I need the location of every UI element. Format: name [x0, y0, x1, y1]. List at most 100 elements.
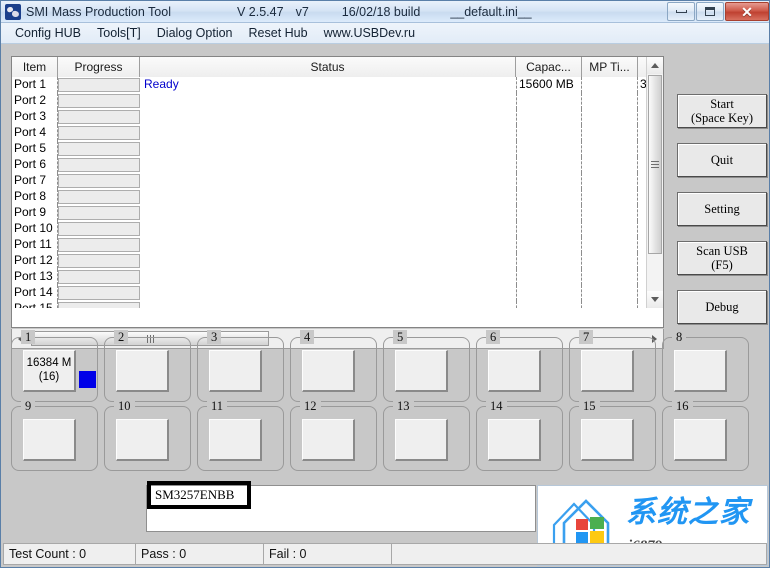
usb-slot[interactable]: 14: [476, 399, 563, 471]
close-icon: ✕: [741, 3, 753, 20]
menu-item-reset-hub[interactable]: Reset Hub: [241, 25, 316, 42]
usb-slot-number: 1: [21, 330, 36, 344]
scroll-down-button[interactable]: [647, 291, 663, 308]
cell-mp-time: [582, 189, 638, 205]
table-row[interactable]: Port 15: [12, 301, 663, 308]
table-row[interactable]: Port 14: [12, 285, 663, 301]
cell-capacity: [516, 253, 582, 269]
usb-slot[interactable]: 13: [383, 399, 470, 471]
usb-slot-grid: 1 16384 M (16) 2 3 4 5 6 7 8 9 10 11 12 13 14 15 16: [11, 330, 763, 475]
quit-button[interactable]: Quit: [677, 143, 767, 177]
table-row[interactable]: Port 11: [12, 237, 663, 253]
usb-slot[interactable]: 3: [197, 330, 284, 402]
usb-slot[interactable]: 7: [569, 330, 656, 402]
table-row[interactable]: Port 10: [12, 221, 663, 237]
cell-progress-bar: [58, 206, 140, 220]
usb-slot-pad: [302, 419, 355, 461]
cell-item: Port 1: [12, 77, 58, 93]
column-header-capacity[interactable]: Capac...: [516, 57, 582, 77]
table-row[interactable]: Port 4: [12, 125, 663, 141]
cell-progress-bar: [58, 302, 140, 308]
table-row[interactable]: Port 1Ready15600 MB32: [12, 77, 663, 93]
cell-capacity: [516, 109, 582, 125]
usb-slot-pad: [116, 350, 169, 392]
table-row[interactable]: Port 6: [12, 157, 663, 173]
usb-slot[interactable]: 5: [383, 330, 470, 402]
menu-item-usbdev-link[interactable]: www.USBDev.ru: [316, 25, 423, 42]
start-button[interactable]: Start (Space Key): [677, 94, 767, 128]
usb-slot[interactable]: 16: [662, 399, 749, 471]
usb-slot-pad: [395, 350, 448, 392]
usb-slot-pad: [674, 350, 727, 392]
scan-usb-button-label-line2: (F5): [711, 258, 733, 272]
minimize-button[interactable]: [667, 2, 695, 21]
scroll-up-button[interactable]: [647, 57, 663, 74]
usb-slot-number: 5: [393, 330, 408, 344]
chevron-up-icon: [651, 63, 659, 68]
cell-status: [140, 141, 516, 157]
menu-item-config-hub[interactable]: Config HUB: [7, 25, 89, 42]
usb-slot-pad: 16384 M (16): [23, 350, 76, 392]
usb-slot-number: 6: [486, 330, 501, 344]
usb-slot[interactable]: 4: [290, 330, 377, 402]
usb-slot[interactable]: 6: [476, 330, 563, 402]
start-button-label-line2: (Space Key): [690, 111, 754, 125]
usb-slot[interactable]: 1 16384 M (16): [11, 330, 98, 402]
usb-slot-capacity-line1: 16384 M: [26, 357, 72, 370]
cell-progress-bar: [58, 174, 140, 188]
usb-slot[interactable]: 11: [197, 399, 284, 471]
usb-slot[interactable]: 9: [11, 399, 98, 471]
cell-mp-time: [582, 285, 638, 301]
table-row[interactable]: Port 5: [12, 141, 663, 157]
usb-slot[interactable]: 2: [104, 330, 191, 402]
usb-slot[interactable]: 12: [290, 399, 377, 471]
usb-slot[interactable]: 8: [662, 330, 749, 402]
scan-usb-button-label-line1: Scan USB: [696, 243, 748, 258]
usb-slot-pad: [488, 350, 541, 392]
table-row[interactable]: Port 12: [12, 253, 663, 269]
debug-button[interactable]: Debug: [677, 290, 767, 324]
scan-usb-button[interactable]: Scan USB (F5): [677, 241, 767, 275]
cell-mp-time: [582, 221, 638, 237]
menu-item-dialog-option[interactable]: Dialog Option: [149, 25, 241, 42]
cell-item: Port 3: [12, 109, 58, 125]
title-bar: SMI Mass Production Tool V 2.5.47 v7 16/…: [1, 1, 769, 23]
cell-status: [140, 205, 516, 221]
debug-button-label: Debug: [705, 299, 739, 314]
usb-slot-pad: [581, 419, 634, 461]
usb-slot-number: 3: [207, 330, 222, 344]
port-list-vertical-scrollbar[interactable]: [646, 57, 663, 308]
menu-item-tools[interactable]: Tools[T]: [89, 25, 149, 42]
usb-slot-number: 13: [393, 399, 414, 413]
cell-item: Port 8: [12, 189, 58, 205]
table-row[interactable]: Port 8: [12, 189, 663, 205]
close-button[interactable]: ✕: [725, 2, 769, 21]
table-row[interactable]: Port 7: [12, 173, 663, 189]
usb-slot[interactable]: 10: [104, 399, 191, 471]
table-row[interactable]: Port 3: [12, 109, 663, 125]
usb-slot-number: 8: [672, 330, 687, 344]
column-header-progress[interactable]: Progress: [58, 57, 140, 77]
cell-item: Port 2: [12, 93, 58, 109]
cell-capacity: [516, 285, 582, 301]
usb-slot[interactable]: 15: [569, 399, 656, 471]
cell-status: [140, 93, 516, 109]
app-icon: [5, 3, 21, 20]
cell-mp-time: [582, 157, 638, 173]
table-row[interactable]: Port 13: [12, 269, 663, 285]
setting-button[interactable]: Setting: [677, 192, 767, 226]
cell-status: [140, 157, 516, 173]
vertical-scroll-thumb[interactable]: [648, 75, 662, 254]
column-header-status[interactable]: Status: [140, 57, 516, 77]
table-row[interactable]: Port 9: [12, 205, 663, 221]
table-row[interactable]: Port 2: [12, 93, 663, 109]
status-bar: Test Count : 0 Pass : 0 Fail : 0: [3, 543, 767, 565]
column-header-item[interactable]: Item: [12, 57, 58, 77]
maximize-button[interactable]: [696, 2, 724, 21]
cell-progress-bar: [58, 222, 140, 236]
cell-item: Port 10: [12, 221, 58, 237]
column-header-mp-time[interactable]: MP Ti...: [582, 57, 638, 77]
cell-capacity: [516, 269, 582, 285]
cell-status: Ready: [144, 77, 179, 91]
usb-slot-number: 16: [672, 399, 693, 413]
